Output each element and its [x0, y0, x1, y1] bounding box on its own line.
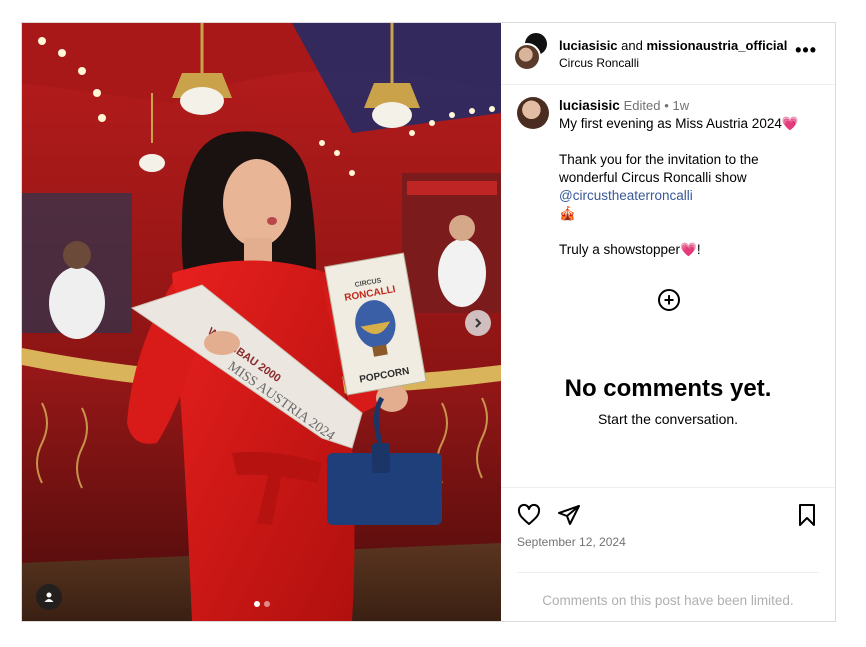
circus-tent-emoji: 🎪: [559, 206, 576, 221]
post-sidebar: luciasisic and missionaustria_official C…: [501, 23, 835, 621]
more-options-icon[interactable]: •••: [795, 41, 817, 59]
meta-separator: •: [664, 98, 669, 113]
empty-comments-title: No comments yet.: [564, 375, 772, 402]
collab-joiner: and: [621, 38, 643, 53]
caption-line: Thank you for the invitation to the: [559, 152, 759, 167]
tagged-users-button[interactable]: [36, 584, 62, 610]
post-photo: WOHNBAU 2000 MISS AUSTRIA 2024 CIRCUS RO…: [22, 23, 501, 621]
heart-icon[interactable]: [517, 503, 541, 527]
post-caption: luciasisic Edited • 1w My first evening …: [501, 85, 835, 259]
user-icon: [44, 592, 54, 602]
plus-circle-icon[interactable]: +: [658, 289, 680, 311]
avatar[interactable]: [513, 42, 541, 71]
empty-comments-subtitle: Start the conversation.: [597, 411, 739, 427]
post-location[interactable]: Circus Roncalli: [559, 56, 787, 70]
chevron-right-icon: [475, 318, 482, 328]
edited-label: Edited: [623, 98, 661, 113]
caption-line: My first evening as Miss Austria 2024💗: [559, 116, 799, 131]
collab-avatars[interactable]: [513, 30, 549, 71]
post-media[interactable]: WOHNBAU 2000 MISS AUSTRIA 2024 CIRCUS RO…: [22, 23, 501, 621]
post-header: luciasisic and missionaustria_official C…: [501, 23, 835, 85]
carousel-indicator: [254, 601, 270, 607]
carousel-dot-active: [254, 601, 260, 607]
avatar[interactable]: [517, 97, 549, 129]
carousel-dot: [264, 601, 270, 607]
post-date[interactable]: September 12, 2024: [517, 535, 626, 549]
author-username[interactable]: luciasisic: [559, 38, 618, 53]
collab-username[interactable]: missionaustria_official: [647, 38, 788, 53]
comments-limited-notice: Comments on this post have been limited.: [517, 572, 819, 608]
caption-line: Truly a showstopper💗!: [559, 242, 701, 257]
caption-username[interactable]: luciasisic: [559, 98, 620, 113]
post-time[interactable]: 1w: [673, 98, 690, 113]
post-actions: September 12, 2024 Comments on this post…: [501, 487, 835, 622]
carousel-next-button[interactable]: [465, 310, 491, 336]
instagram-post: WOHNBAU 2000 MISS AUSTRIA 2024 CIRCUS RO…: [21, 22, 836, 622]
caption-line: wonderful Circus Roncalli show: [559, 170, 747, 185]
bookmark-icon[interactable]: [795, 503, 819, 527]
mention-link[interactable]: @circustheaterroncalli: [559, 187, 799, 205]
share-icon[interactable]: [557, 503, 581, 527]
